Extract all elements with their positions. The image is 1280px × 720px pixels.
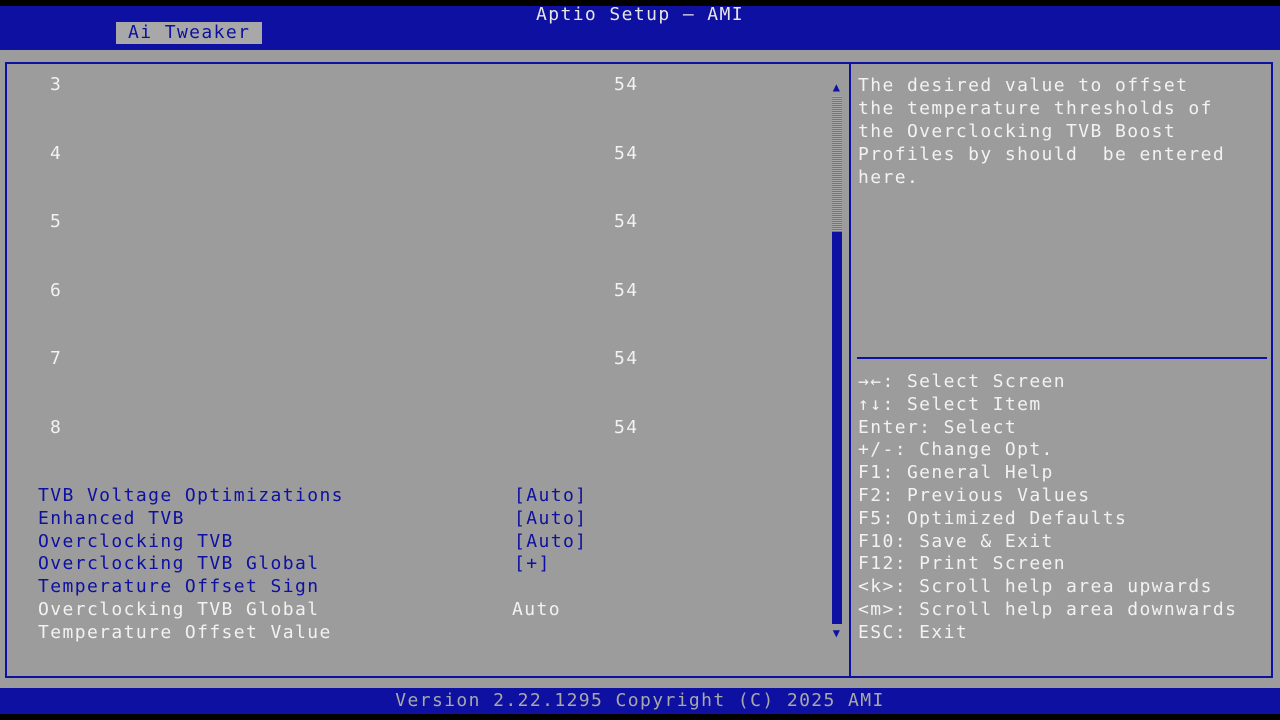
setting-enhanced-tvb[interactable]: Enhanced TVB — [38, 508, 185, 530]
key-hint: Enter: Select — [858, 416, 1018, 438]
help-panel: The desired value to offset the temperat… — [858, 74, 1258, 189]
help-line: the Overclocking TVB Boost — [858, 121, 1177, 142]
version-text: Version 2.22.1295 Copyright (C) 2025 AMI — [0, 688, 1280, 714]
scroll-thumb[interactable] — [832, 96, 842, 232]
setting-overclocking-tvb-global-readonly: Overclocking TVB Global — [38, 599, 320, 620]
setting-row-value[interactable]: 54 — [614, 143, 638, 165]
help-line: Profiles by should be entered — [858, 144, 1226, 165]
setting-temperature-offset-sign[interactable]: Temperature Offset Sign — [38, 576, 319, 598]
setting-row-index[interactable]: 6 — [50, 280, 62, 302]
key-hint: F5: Optimized Defaults — [858, 507, 1128, 529]
key-hint: ESC: Exit — [858, 621, 969, 643]
key-hint: F12: Print Screen — [858, 553, 1067, 575]
setting-row-index[interactable]: 3 — [50, 74, 62, 96]
setting-row-value[interactable]: 54 — [614, 417, 638, 439]
setting-row-value[interactable]: 54 — [614, 74, 638, 96]
key-hint: →←: Select Screen — [858, 371, 1067, 392]
setting-temperature-offset-value[interactable]: Temperature Offset Value — [38, 622, 332, 644]
key-hint: F10: Save & Exit — [858, 530, 1054, 552]
scroll-track[interactable] — [832, 96, 842, 624]
key-hint: F1: General Help — [858, 462, 1054, 484]
setting-overclocking-tvb-value[interactable]: [Auto] — [514, 531, 587, 553]
setting-overclocking-tvb[interactable]: Overclocking TVB — [38, 531, 234, 553]
setting-overclocking-tvb-global[interactable]: Overclocking TVB Global — [38, 553, 319, 575]
setting-row-index[interactable]: 4 — [50, 143, 62, 165]
key-hint: F2: Previous Values — [858, 484, 1091, 506]
scroll-down-arrow-icon[interactable]: ▼ — [831, 626, 843, 640]
help-line: The desired value to offset — [858, 75, 1189, 96]
setting-enhanced-tvb-value[interactable]: [Auto] — [514, 508, 587, 530]
key-hint: ↑↓: Select Item — [858, 393, 1042, 415]
setting-row-value[interactable]: 54 — [614, 348, 638, 370]
setting-row-value[interactable]: 54 — [614, 280, 638, 302]
setting-tvb-voltage-optimizations-value[interactable]: [Auto] — [514, 485, 587, 507]
help-line: the temperature thresholds of — [858, 98, 1213, 119]
key-legend: →←: Select Screen ↑↓: Select Item Enter:… — [858, 371, 1268, 645]
setting-row-value[interactable]: 54 — [614, 211, 638, 233]
scroll-up-arrow-icon[interactable]: ▲ — [831, 80, 843, 94]
help-separator — [857, 357, 1267, 359]
setting-row-index[interactable]: 5 — [50, 211, 62, 233]
tab-ai-tweaker[interactable]: Ai Tweaker — [116, 22, 263, 44]
setting-tvb-voltage-optimizations[interactable]: TVB Voltage Optimizations — [38, 485, 344, 507]
settings-scrollbar[interactable]: ▲ ▼ — [831, 80, 843, 640]
key-hint: <m>: Scroll help area downwards — [858, 598, 1238, 620]
setting-row-index[interactable]: 7 — [50, 348, 62, 370]
footer-bar: Version 2.22.1295 Copyright (C) 2025 AMI — [0, 688, 1280, 720]
setting-overclocking-tvb-global-readonly-value: Auto — [512, 599, 561, 620]
key-hint: <k>: Scroll help area upwards — [858, 576, 1213, 598]
setting-row-index[interactable]: 8 — [50, 417, 62, 439]
setting-overclocking-tvb-global-expand[interactable]: [+] — [514, 553, 551, 575]
help-line: here. — [858, 167, 920, 188]
panel-divider — [849, 62, 851, 678]
key-hint: +/-: Change Opt. — [858, 439, 1054, 461]
